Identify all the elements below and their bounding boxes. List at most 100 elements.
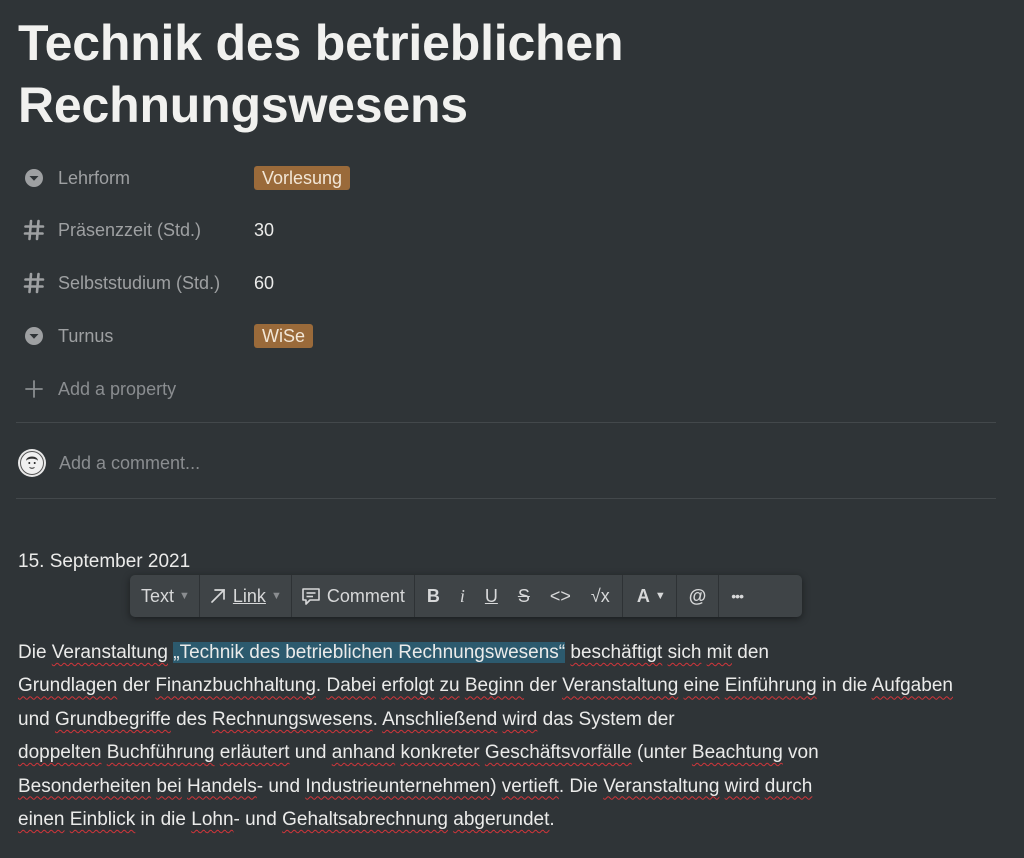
add-property-button[interactable]: Add a property [16, 369, 976, 409]
code-icon: <> [549, 585, 571, 606]
link-button[interactable]: Link ▼ [200, 575, 291, 617]
spellcheck-word: zu [439, 675, 460, 697]
text: der [117, 675, 156, 697]
italic-button[interactable]: i [450, 575, 475, 617]
spellcheck-word: doppelten [18, 742, 102, 764]
spellcheck-word: Beachtung [691, 742, 783, 764]
page-title[interactable]: Technik des betrieblichen Rechnungswesen… [18, 12, 978, 136]
spellcheck-word: Lohn [191, 809, 234, 831]
spellcheck-word: bei [156, 775, 182, 797]
spellcheck-word: Aufgaben [871, 675, 953, 697]
divider [16, 498, 996, 499]
mention-button[interactable]: @ [677, 575, 719, 617]
comment-button[interactable]: Comment [292, 575, 414, 617]
add-property-label: Add a property [58, 378, 177, 399]
avatar [18, 449, 46, 477]
select-icon [22, 324, 46, 348]
property-label: Selbststudium (Std.) [58, 272, 221, 293]
text: . Die [558, 775, 604, 797]
underline-button[interactable]: U [475, 575, 508, 617]
spellcheck-word: Rechnungswesens [212, 708, 373, 730]
strikethrough-icon: S [517, 585, 530, 606]
date-text[interactable]: 15. September 2021 [18, 551, 190, 573]
text: . [315, 675, 327, 697]
more-button[interactable]: ••• [719, 575, 753, 617]
property-praesenzzeit[interactable]: Präsenzzeit (Std.) 30 [16, 210, 976, 250]
number-icon [22, 271, 46, 295]
underline-icon: U [484, 585, 498, 606]
spellcheck-word: einen [18, 809, 65, 831]
spellcheck-word: mit [706, 642, 732, 663]
spellcheck-word: erfolgt [381, 675, 435, 697]
spellcheck-word: durch [764, 775, 813, 797]
bold-icon: B [426, 585, 440, 606]
spellcheck-word: Veranstaltung [562, 675, 679, 697]
property-turnus[interactable]: Turnus WiSe [16, 316, 976, 356]
spellcheck-word: sich [667, 642, 702, 663]
text-color-button[interactable]: A ▼ [623, 575, 676, 617]
property-label: Präsenzzeit (Std.) [58, 219, 202, 240]
spellcheck-word: abgerundet [453, 809, 550, 831]
property-value-tag[interactable]: Vorlesung [254, 166, 351, 190]
property-label: Lehrform [58, 167, 131, 188]
spellcheck-word: Beginn [464, 675, 525, 697]
text: . [549, 809, 555, 831]
chevron-down-icon: ▼ [270, 590, 282, 602]
property-value-tag[interactable]: WiSe [254, 324, 314, 348]
select-icon [22, 166, 46, 190]
spellcheck-word: Veranstaltung [51, 642, 168, 663]
bold-button[interactable]: B [415, 575, 450, 617]
comment-input[interactable]: Add a comment... [59, 453, 200, 474]
speech-bubble-icon [301, 586, 321, 606]
page: Technik des betrieblichen Rechnungswesen… [0, 0, 1024, 858]
spellcheck-word: Veranstaltung [603, 775, 720, 797]
text: und [289, 742, 332, 764]
text: Die [18, 642, 52, 663]
text: das System der [537, 708, 675, 730]
comment-row[interactable]: Add a comment... [18, 446, 200, 480]
page-title-line-1: Technik des betrieblichen [18, 15, 624, 71]
property-selbststudium[interactable]: Selbststudium (Std.) 60 [16, 263, 976, 303]
spellcheck-word: anhand [331, 742, 396, 764]
chevron-down-icon: ▼ [654, 590, 666, 602]
page-title-line-2: Rechnungswesens [18, 77, 468, 133]
turn-into-dropdown[interactable]: Text ▼ [130, 575, 199, 617]
property-value[interactable]: 30 [254, 220, 274, 241]
spellcheck-word: Einführung [724, 675, 817, 697]
divider [16, 422, 996, 423]
plus-icon [22, 377, 46, 401]
selected-text: „Technik des betrieblichen Rechnungswese… [173, 642, 566, 663]
strikethrough-button[interactable]: S [508, 575, 540, 617]
spellcheck-word: vertieft [501, 775, 559, 797]
spellcheck-word: Anschließend [382, 708, 498, 730]
text: und [18, 708, 55, 730]
code-button[interactable]: <> [540, 575, 581, 617]
text: - und [233, 809, 283, 831]
spellcheck-word: eine [683, 675, 720, 697]
spellcheck-word: Handels [187, 775, 257, 797]
at-icon: @ [688, 585, 707, 606]
more-icon: ••• [731, 588, 744, 604]
equation-icon: √x [590, 585, 610, 606]
text: ) [490, 775, 502, 797]
text: in die [135, 809, 192, 831]
spellcheck-word: Industrieunternehmen [305, 775, 491, 797]
chevron-down-icon: ▼ [179, 590, 190, 602]
spellcheck-word: Geschäftsvorfälle [484, 742, 632, 764]
italic-icon: i [459, 585, 465, 606]
link-label: Link [232, 585, 266, 606]
spellcheck-word: wird [502, 708, 538, 730]
text: von [782, 742, 819, 764]
property-lehrform[interactable]: Lehrform Vorlesung [16, 158, 976, 198]
equation-button[interactable]: √x [581, 575, 622, 617]
text: (unter [631, 742, 692, 764]
spellcheck-word: Grundbegriffe [54, 708, 171, 730]
spellcheck-word: Einblick [69, 809, 136, 831]
comment-label: Comment [326, 585, 405, 606]
property-value[interactable]: 60 [254, 273, 274, 294]
spellcheck-word: wird [724, 775, 760, 797]
text: . [372, 708, 383, 730]
spellcheck-word: Besonderheiten [18, 775, 152, 797]
spellcheck-word: konkreter [400, 742, 480, 764]
body-paragraph[interactable]: Die Veranstaltung „Technik des betriebli… [18, 636, 978, 836]
